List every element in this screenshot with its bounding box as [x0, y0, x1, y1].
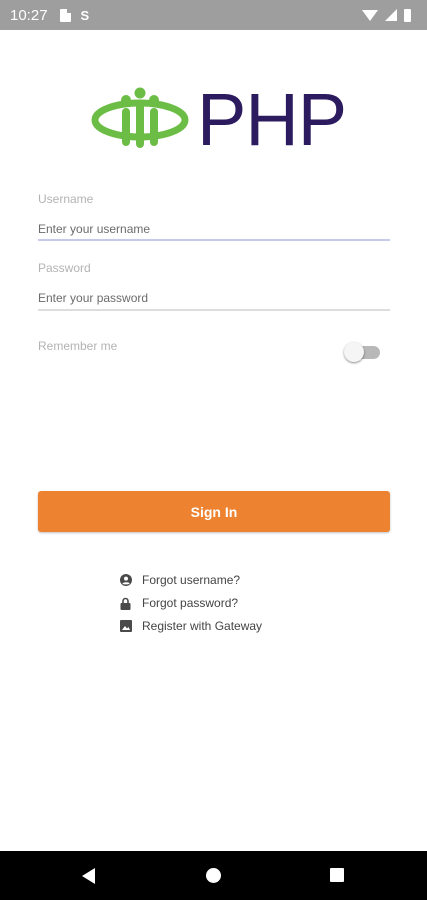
- status-bar: 10:27 S: [0, 0, 427, 30]
- remember-me-label: Remember me: [38, 339, 118, 353]
- account-circle-icon: [119, 574, 132, 587]
- lock-icon: [119, 597, 132, 610]
- logo-text: PHP: [197, 78, 347, 161]
- status-time: 10:27: [10, 6, 48, 24]
- status-icons: [362, 8, 411, 22]
- wifi-icon: [362, 9, 378, 21]
- php-logo-emblem-icon: [91, 87, 189, 148]
- forgot-username-link[interactable]: Forgot username?: [119, 571, 240, 589]
- username-label: Username: [38, 192, 94, 206]
- back-triangle-icon[interactable]: [82, 868, 95, 884]
- register-gateway-link[interactable]: Register with Gateway: [119, 617, 262, 635]
- forgot-password-text: Forgot password?: [142, 596, 239, 610]
- forgot-username-text: Forgot username?: [142, 573, 241, 587]
- navigation-bar: [0, 851, 427, 900]
- cell-signal-icon: [385, 9, 397, 21]
- password-underline: [38, 309, 390, 311]
- register-gateway-text: Register with Gateway: [142, 619, 263, 633]
- password-input[interactable]: [38, 285, 390, 311]
- battery-icon: [404, 8, 411, 22]
- remember-me-toggle[interactable]: [344, 342, 380, 362]
- toggle-thumb: [344, 342, 364, 362]
- s-notification-icon: S: [80, 7, 90, 23]
- username-underline: [38, 239, 390, 241]
- php-logo: PHP: [90, 83, 347, 157]
- sign-in-button[interactable]: Sign In: [38, 491, 390, 532]
- sd-card-icon: [59, 8, 71, 22]
- home-circle-icon[interactable]: [206, 868, 221, 883]
- password-label: Password: [38, 261, 91, 275]
- recents-square-icon[interactable]: [330, 868, 344, 882]
- image-icon: [119, 620, 132, 633]
- forgot-password-link[interactable]: Forgot password?: [119, 594, 238, 612]
